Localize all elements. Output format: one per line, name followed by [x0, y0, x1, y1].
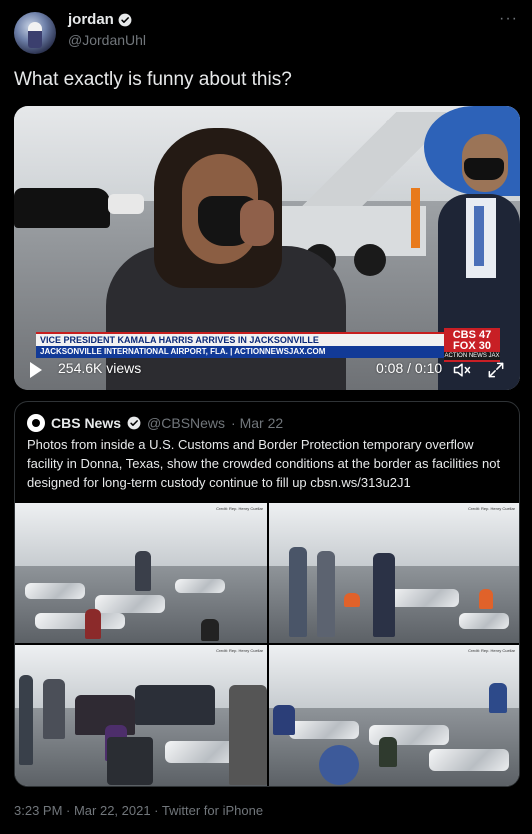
quoted-tweet-text: Photos from inside a U.S. Customs and Bo…	[27, 437, 501, 490]
more-options-icon[interactable]: ···	[499, 10, 518, 28]
quoted-tweet-header: CBS News @CBSNews · Mar 22	[27, 414, 283, 432]
author-name[interactable]: jordan	[68, 11, 114, 28]
video-chyron-headline: VICE PRESIDENT KAMALA HARRIS ARRIVES IN …	[36, 334, 476, 346]
photo-2[interactable]: Credit: Rep. Henry Cuellar	[269, 503, 519, 643]
video-player[interactable]: VICE PRESIDENT KAMALA HARRIS ARRIVES IN …	[14, 106, 520, 390]
fullscreen-icon[interactable]	[486, 360, 506, 380]
tweet-timestamp[interactable]: 3:23 PM · Mar 22, 2021 · Twitter for iPh…	[14, 803, 263, 818]
photo-4[interactable]: Credit: Rep. Henry Cuellar	[269, 645, 519, 786]
quoted-tweet[interactable]: CBS News @CBSNews · Mar 22 Photos from i…	[14, 401, 520, 787]
play-icon[interactable]	[30, 362, 42, 378]
author-handle[interactable]: @JordanUhl	[68, 32, 146, 48]
video-time: 0:08 / 0:10	[376, 360, 443, 376]
video-frame-car	[14, 188, 110, 228]
cbs-eye-logo-icon	[27, 414, 45, 432]
tweet-text: What exactly is funny about this?	[14, 69, 292, 90]
quoted-author-name[interactable]: CBS News	[51, 415, 121, 431]
photo-3[interactable]: Credit: Rep. Henry Cuellar	[15, 645, 267, 786]
view-count: 254.6K views	[58, 360, 142, 376]
author-name-row[interactable]: jordan	[68, 11, 132, 28]
verified-badge-icon	[118, 13, 132, 26]
photo-1[interactable]: Credit: Rep. Henry Cuellar	[15, 503, 267, 643]
quoted-date[interactable]: · Mar 22	[231, 415, 283, 431]
verified-badge-icon	[127, 416, 141, 430]
photo-credit: Credit: Rep. Henry Cuellar	[216, 506, 263, 511]
avatar[interactable]	[14, 12, 56, 54]
quoted-author-handle[interactable]: @CBSNews	[147, 415, 225, 431]
video-controls: 254.6K views 0:08 / 0:10	[14, 352, 520, 390]
volume-icon[interactable]	[451, 360, 473, 380]
photo-grid: Credit: Rep. Henry Cuellar Credit: Rep. …	[15, 503, 519, 786]
station-logo-bottom: FOX 30	[453, 340, 491, 352]
tweet: jordan @JordanUhl ··· What exactly is fu…	[0, 0, 532, 834]
